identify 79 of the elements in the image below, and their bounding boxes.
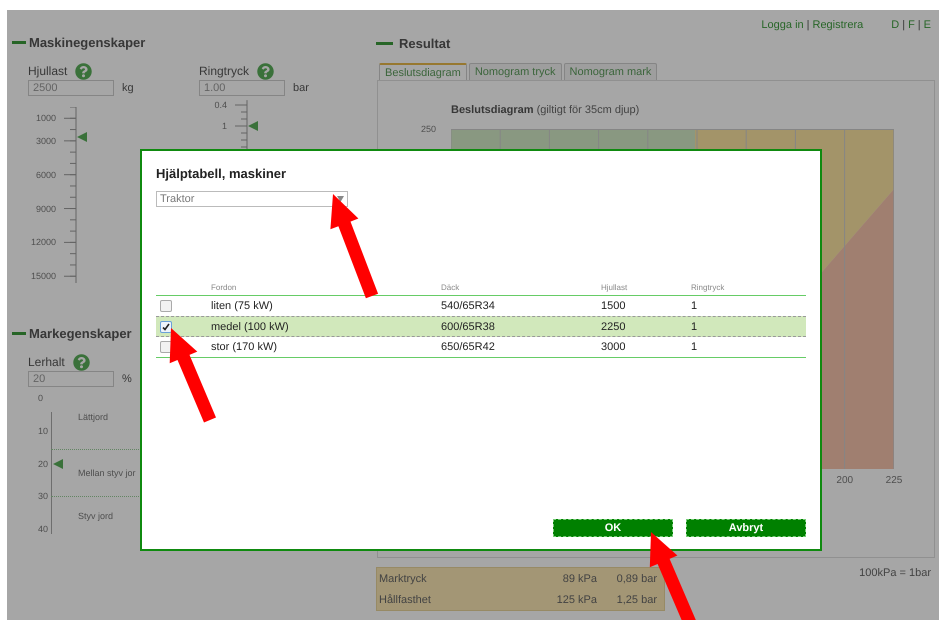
table-cell-text: liten (75 kW)	[211, 300, 274, 312]
help-icon[interactable]	[72, 354, 90, 370]
table-cell-text: 600/65R38	[441, 320, 496, 332]
help-icon[interactable]	[75, 62, 92, 80]
axis-label: 250	[420, 124, 436, 136]
scale-label: 0	[38, 393, 44, 403]
input-field[interactable]: 20	[28, 371, 114, 387]
slider-thumb[interactable]	[77, 132, 87, 142]
link-separator: |	[918, 20, 921, 31]
dialog-title: Hjälptabell, maskiner	[156, 166, 288, 181]
summary-value: 0,89 bar	[616, 572, 657, 584]
table-cell-text: 3000	[601, 340, 626, 352]
section-title: Resultat	[399, 36, 450, 50]
language-link[interactable]: D	[891, 20, 900, 31]
input-field[interactable]: 1.00	[199, 80, 285, 96]
field-label: Ringtryck	[199, 64, 250, 78]
help-icon[interactable]	[257, 62, 274, 80]
tab[interactable]: Nomogram tryck	[468, 63, 562, 80]
vehicle-dropdown[interactable]: Traktor	[156, 191, 348, 207]
table-cell-text: medel (100 kW)	[211, 320, 290, 332]
field-label: Lerhalt	[28, 355, 65, 369]
table-cell-text: 1	[691, 340, 698, 352]
scale-label: 6000	[36, 170, 56, 180]
unit-note: 100kPa = 1bar	[859, 567, 931, 579]
login-link[interactable]: Logga in	[761, 20, 804, 31]
table-cell-text: 1	[691, 320, 698, 332]
scale-label: 9000	[36, 204, 56, 214]
table-cell-text: 650/65R42	[441, 340, 496, 352]
input-field[interactable]: 2500	[28, 80, 114, 96]
field-label: Hjullast	[28, 64, 68, 78]
tab[interactable]: Beslutsdiagram	[379, 63, 467, 80]
section-title: Markegenskaper	[29, 326, 132, 340]
unit-label: kg	[122, 82, 134, 94]
scale-label: 20	[38, 458, 48, 469]
cancel-button[interactable]: Avbryt	[686, 519, 806, 537]
unit-label: bar	[293, 82, 309, 94]
unit-label: %	[122, 373, 132, 385]
row-checkbox[interactable]	[160, 300, 172, 312]
zone-label: Styv jord	[78, 510, 114, 520]
language-link[interactable]: F	[908, 20, 915, 31]
language-link[interactable]: E	[924, 20, 931, 31]
scale-label: 30	[38, 491, 48, 502]
summary-value: 125 kPa	[556, 594, 597, 606]
summary-value: 1,25 bar	[616, 594, 657, 606]
summary-value: 89 kPa	[562, 572, 597, 584]
axis-label: 200	[836, 475, 854, 486]
link-separator: |	[806, 20, 810, 31]
summary-label: Hållfasthet	[379, 594, 432, 606]
zone-label: Mellan styv jor	[78, 468, 136, 478]
column-header: Ringtryck	[691, 283, 726, 294]
caret-icon	[337, 196, 344, 202]
column-header: Fordon	[211, 283, 238, 294]
column-header: Hjullast	[601, 283, 628, 294]
scale-label: 1000	[36, 113, 56, 124]
tab[interactable]: Nomogram mark	[564, 63, 658, 80]
chart-title: Beslutsdiagram (giltigt för 35cm djup)	[451, 104, 640, 116]
table-cell-text: 1	[691, 300, 698, 312]
scale-label: 15000	[30, 271, 56, 282]
column-header: Däck	[441, 283, 460, 294]
slider-thumb[interactable]	[53, 458, 63, 469]
link-separator: |	[902, 20, 906, 31]
table-cell-text: 540/65R34	[441, 300, 496, 312]
table-cell-text: stor (170 kW)	[211, 340, 278, 352]
table-cell-text: 2250	[601, 320, 626, 332]
scale-label: 40	[38, 524, 48, 534]
scale-label: 12000	[30, 237, 56, 248]
section-title: Maskinegenskaper	[29, 34, 146, 50]
summary-label: Marktryck	[379, 572, 428, 584]
scale-label: 3000	[36, 136, 56, 146]
axis-label: 225	[886, 475, 902, 486]
scale-label: 1	[222, 121, 227, 131]
zone-label: Lättjord	[78, 412, 108, 422]
slider-thumb[interactable]	[248, 120, 258, 131]
register-link[interactable]: Registrera	[812, 20, 864, 31]
row-checkbox[interactable]	[160, 320, 172, 332]
scale-label: 0.4	[214, 100, 227, 110]
ok-button[interactable]: OK	[553, 519, 673, 537]
scale-label: 10	[38, 426, 48, 436]
table-cell-text: 1500	[601, 300, 626, 312]
